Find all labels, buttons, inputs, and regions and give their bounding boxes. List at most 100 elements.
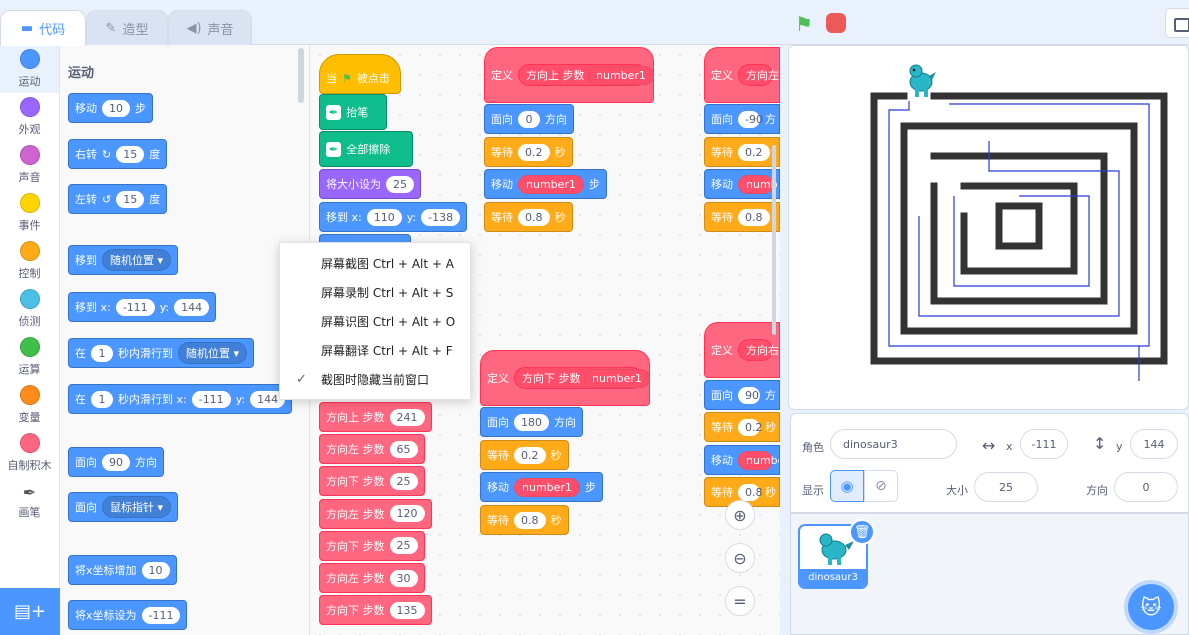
category-control[interactable]: 控制 xyxy=(0,237,59,285)
block-point-direction[interactable]: 面向 90 方向 xyxy=(68,447,164,477)
point-direction-block[interactable]: 面向 0 方向 xyxy=(484,104,574,134)
steps-input[interactable]: 135 xyxy=(389,601,425,619)
wait-block[interactable]: 等待 0.8 xyxy=(704,202,780,232)
set-size-block[interactable]: 将大小设为 25 xyxy=(319,169,421,199)
steps-input[interactable]: 120 xyxy=(389,505,425,523)
block-turn-right[interactable]: 右转 ↻ 15 度 xyxy=(68,139,168,169)
block-change-x[interactable]: 将x坐标增加 10 xyxy=(68,555,177,585)
custom-block-prototype[interactable]: 方向上 步数 number1 xyxy=(518,64,654,86)
stop-icon[interactable] xyxy=(826,13,846,33)
wait-block[interactable]: 等待 0.8 秒 xyxy=(484,202,573,232)
direction-input[interactable]: 90 xyxy=(102,453,130,471)
wait-block[interactable]: 等待 0.2 秒 xyxy=(480,440,569,470)
block-move-steps[interactable]: 移动 10 步 xyxy=(68,93,153,123)
define-left-block[interactable]: 定义 方向左 xyxy=(704,47,780,103)
block-input[interactable]: 10 xyxy=(102,99,130,117)
wait-block[interactable]: 等待 0.2 秒 xyxy=(704,412,780,442)
goto-xy-block[interactable]: 移到 x: 110 y: -138 xyxy=(319,202,468,232)
when-flag-clicked-block[interactable]: 当 ⚑ 被点击 xyxy=(319,54,401,94)
secs-input[interactable]: 0.8 xyxy=(738,208,770,226)
y-input[interactable]: -138 xyxy=(421,208,461,226)
steps-input[interactable]: 65 xyxy=(389,440,418,458)
stage[interactable] xyxy=(788,45,1189,410)
custom-step-block[interactable]: 方向下 步数 135 xyxy=(319,595,432,626)
category-looks[interactable]: 外观 xyxy=(0,93,59,141)
move-steps-block[interactable]: 移动 numb xyxy=(704,169,780,199)
menu-item-screenshot[interactable]: 屏幕截图 Ctrl + Alt + A xyxy=(280,249,470,278)
custom-block-prototype[interactable]: 方向下 步数 number1 xyxy=(514,367,650,389)
secs-input[interactable]: 0.8 xyxy=(738,483,763,501)
tab-costumes[interactable]: ✎ 造型 xyxy=(86,10,168,45)
arg-reporter[interactable]: number1 xyxy=(518,174,584,194)
clear-block[interactable]: ✒ 全部擦除 xyxy=(319,131,413,167)
block-point-towards[interactable]: 面向 鼠标指针 ▾ xyxy=(68,492,179,522)
glide-dropdown[interactable]: 随机位置 ▾ xyxy=(178,342,248,364)
point-direction-block[interactable]: 面向 180 方向 xyxy=(480,407,583,437)
add-extension-button[interactable]: ▤+ xyxy=(0,588,60,635)
category-operators[interactable]: 运算 xyxy=(0,333,59,381)
x-input[interactable]: -111 xyxy=(191,390,231,408)
block-turn-left[interactable]: 左转 ↺ 15 度 xyxy=(68,184,168,214)
towards-dropdown[interactable]: 鼠标指针 ▾ xyxy=(102,496,172,518)
steps-input[interactable]: 25 xyxy=(389,472,418,490)
arg-reporter[interactable]: number1 xyxy=(514,477,580,497)
custom-step-block[interactable]: 方向左 步数 120 xyxy=(319,498,432,529)
point-direction-block[interactable]: 面向 90 方 xyxy=(704,380,780,410)
arg-reporter[interactable]: number1 xyxy=(588,66,654,85)
goto-dropdown[interactable]: 随机位置 ▾ xyxy=(102,249,172,271)
direction-input[interactable]: 180 xyxy=(514,413,549,431)
secs-input[interactable]: 0.8 xyxy=(514,511,546,529)
delete-sprite-button[interactable]: 🗑 xyxy=(849,519,875,545)
steps-input[interactable]: 241 xyxy=(389,408,425,426)
category-events[interactable]: 事件 xyxy=(0,189,59,237)
custom-block-prototype[interactable]: 方向左 xyxy=(738,64,779,86)
y-input[interactable]: 144 xyxy=(174,298,210,316)
secs-input[interactable]: 0.2 xyxy=(518,143,550,161)
block-input[interactable]: 10 xyxy=(141,561,170,579)
menu-item-ocr[interactable]: 屏幕识图 Ctrl + Alt + O xyxy=(280,307,470,336)
block-input[interactable]: 15 xyxy=(116,145,145,163)
tab-sounds[interactable]: ◀) 声音 xyxy=(168,10,252,45)
add-sprite-button[interactable]: 🐱 xyxy=(1128,584,1174,630)
block-glide-xy[interactable]: 在 1 秒内滑行到 x: -111 y: 144 xyxy=(68,384,293,414)
block-goto-xy[interactable]: 移到 x: -111 y: 144 xyxy=(68,292,217,322)
secs-input[interactable]: 1 xyxy=(91,344,113,362)
palette-scrollbar[interactable] xyxy=(298,48,304,103)
move-steps-block[interactable]: 移动 number xyxy=(704,445,780,475)
menu-item-translate[interactable]: 屏幕翻译 Ctrl + Alt + F xyxy=(280,336,470,365)
block-glide[interactable]: 在 1 秒内滑行到 随机位置 ▾ xyxy=(68,338,255,368)
category-sensing[interactable]: 侦测 xyxy=(0,285,59,333)
wait-block[interactable]: 等待 0.8 秒 xyxy=(480,505,569,535)
zoom-in-button[interactable]: ⊕ xyxy=(725,500,755,530)
arg-reporter[interactable]: numb xyxy=(738,174,778,194)
block-input[interactable]: -111 xyxy=(141,606,181,624)
zoom-out-button[interactable]: ⊖ xyxy=(725,543,755,573)
category-pen[interactable]: ✒ 画笔 xyxy=(0,477,59,525)
direction-input[interactable]: 90 xyxy=(738,386,760,404)
custom-step-block[interactable]: 方向上 步数 241 xyxy=(319,402,432,432)
category-variables[interactable]: 变量 xyxy=(0,381,59,429)
block-set-x[interactable]: 将x坐标设为 -111 xyxy=(68,600,188,630)
define-down-block[interactable]: 定义 方向下 步数 number1 xyxy=(480,350,650,406)
menu-item-hide-window[interactable]: ✓ 截图时隐藏当前窗口 xyxy=(280,365,470,394)
secs-input[interactable]: 0.2 xyxy=(738,418,763,436)
wait-block[interactable]: 等待 0.2 xyxy=(704,137,780,167)
point-direction-block[interactable]: 面向 -90 方 xyxy=(704,104,780,134)
pen-up-block[interactable]: ✒ 抬笔 xyxy=(319,94,387,130)
custom-block-prototype[interactable]: 方向右 xyxy=(738,339,779,361)
custom-step-block[interactable]: 方向左 步数 65 xyxy=(319,434,425,465)
zoom-reset-button[interactable]: = xyxy=(725,586,755,616)
custom-step-block[interactable]: 方向下 步数 25 xyxy=(319,466,425,497)
wait-block[interactable]: 等待 0.2 秒 xyxy=(484,137,573,167)
show-sprite-button[interactable]: ◉ xyxy=(830,470,864,502)
tab-code[interactable]: ▬ 代码 xyxy=(0,10,86,46)
secs-input[interactable]: 0.2 xyxy=(514,446,546,464)
secs-input[interactable]: 0.8 xyxy=(518,208,550,226)
x-input[interactable]: -111 xyxy=(115,298,155,316)
menu-item-record[interactable]: 屏幕录制 Ctrl + Alt + S xyxy=(280,278,470,307)
category-motion[interactable]: 运动 xyxy=(0,45,59,93)
size-field[interactable]: 25 xyxy=(974,472,1038,502)
green-flag-icon[interactable]: ⚑ xyxy=(795,12,813,36)
arg-reporter[interactable]: number1 xyxy=(584,369,650,388)
secs-input[interactable]: 0.2 xyxy=(738,143,770,161)
